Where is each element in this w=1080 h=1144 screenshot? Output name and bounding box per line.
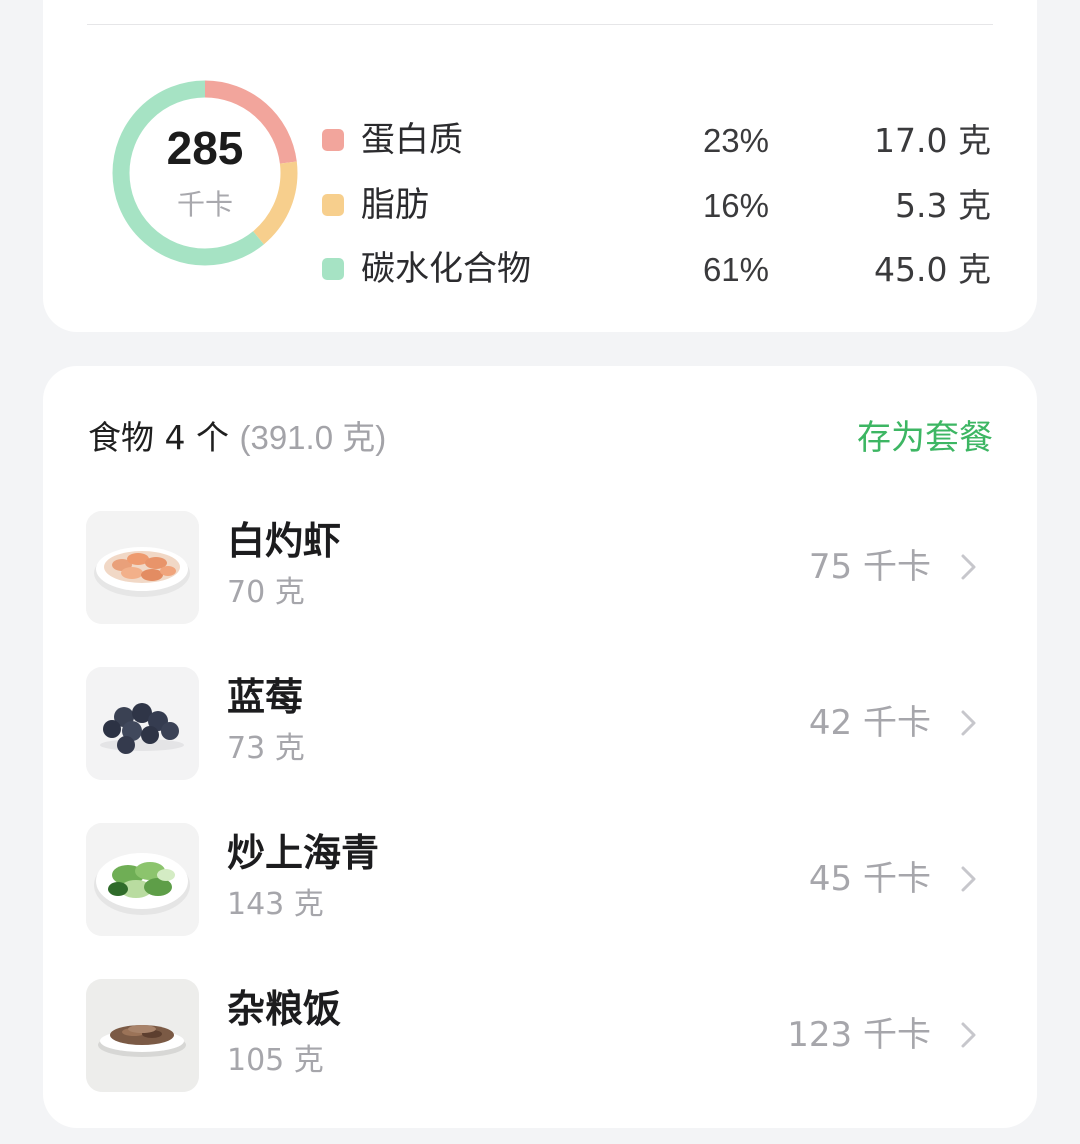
food-count-title: 食物 4 个: [88, 418, 229, 457]
macro-percent: 16%: [702, 187, 769, 224]
chevron-right-icon: [961, 710, 976, 736]
food-calories: 75 千卡: [808, 547, 931, 587]
macro-grams: 17.0 克: [874, 121, 991, 160]
food-item-bok-choy[interactable]: 炒上海青 143 克 45 千卡: [43, 823, 1037, 943]
food-name: 炒上海青: [227, 831, 380, 875]
food-weight: 70 克: [227, 575, 305, 610]
food-weight: 105 克: [227, 1043, 324, 1078]
food-item-shrimp[interactable]: 白灼虾 70 克 75 千卡: [43, 511, 1037, 631]
macro-name: 脂肪: [361, 185, 429, 225]
protein-color-dot: [322, 129, 344, 151]
chevron-right-icon: [961, 1022, 976, 1048]
food-item-grain-rice[interactable]: 杂粮饭 105 克 123 千卡: [43, 979, 1037, 1099]
macro-grams: 45.0 克: [874, 250, 991, 289]
grain-rice-plate-image: [86, 979, 199, 1092]
divider: [87, 24, 993, 25]
save-as-combo-button[interactable]: 存为套餐: [857, 418, 993, 458]
chevron-right-icon: [961, 866, 976, 892]
macro-percent: 23%: [702, 122, 769, 159]
food-weight: 73 克: [227, 731, 305, 766]
food-name: 白灼虾: [227, 519, 342, 563]
calorie-donut-chart: 285 千卡: [111, 79, 299, 267]
food-calories: 42 千卡: [808, 703, 931, 743]
macro-grams: 5.3 克: [895, 186, 991, 225]
fat-color-dot: [322, 194, 344, 216]
macro-row-protein: 蛋白质 23% 17.0 克: [43, 115, 1037, 165]
chevron-right-icon: [961, 554, 976, 580]
nutrition-summary-card: 285 千卡 蛋白质 23% 17.0 克 脂肪 16% 5.3 克 碳水化合物…: [43, 0, 1037, 332]
food-item-blueberries[interactable]: 蓝莓 73 克 42 千卡: [43, 667, 1037, 787]
food-list-header: 食物 4 个 (391.0 克): [88, 418, 386, 458]
blueberries-image: [86, 667, 199, 780]
macro-row-carbs: 碳水化合物 61% 45.0 克: [43, 244, 1037, 294]
macro-percent: 61%: [702, 251, 769, 288]
bok-choy-plate-image: [86, 823, 199, 936]
food-weight: 143 克: [227, 887, 324, 922]
food-calories: 123 千卡: [787, 1015, 931, 1055]
shrimp-plate-image: [86, 511, 199, 624]
food-total-weight: (391.0 克): [239, 419, 387, 456]
food-name: 蓝莓: [227, 675, 304, 719]
macro-row-fat: 脂肪 16% 5.3 克: [43, 180, 1037, 230]
macro-name: 碳水化合物: [361, 249, 531, 289]
food-name: 杂粮饭: [227, 987, 342, 1031]
food-list-card: 食物 4 个 (391.0 克) 存为套餐 白灼虾 70 克 75 千卡 蓝莓 …: [43, 366, 1037, 1128]
food-calories: 45 千卡: [808, 859, 931, 899]
macro-name: 蛋白质: [361, 120, 463, 160]
carbs-color-dot: [322, 258, 344, 280]
